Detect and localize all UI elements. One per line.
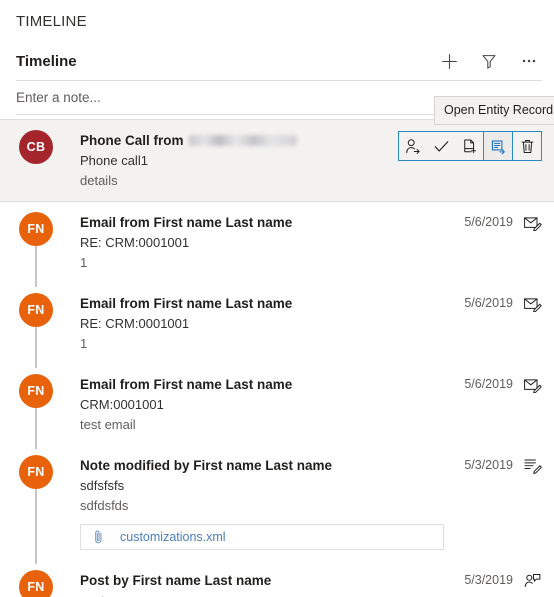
row-subtitle: CRM:0001001 [80, 397, 164, 412]
row-title: Post by First name Last name [80, 571, 456, 590]
row-right: 5/6/2019 [456, 293, 542, 354]
row-title: Email from First name Last name [80, 294, 456, 313]
row-title: Email from First name Last name [80, 375, 456, 394]
table-row[interactable]: FN Post by First name Last name post 5/3… [0, 560, 554, 597]
redacted-name [188, 135, 297, 146]
timeline-panel: TIMELINE Timeline Enter a note... Open E… [0, 0, 554, 597]
row-title: Note modified by First name Last name [80, 456, 456, 475]
section-label: TIMELINE [16, 13, 87, 30]
row-right: 5/6/2019 [456, 212, 542, 273]
table-row[interactable]: CB Phone Call from Phone call1 details [0, 119, 554, 202]
open-entity-record-button[interactable] [483, 131, 513, 161]
row-detail: details [80, 173, 118, 188]
row-subtitle: RE: CRM:0001001 [80, 316, 190, 331]
row-title-text: Email from First name Last name [80, 215, 293, 230]
row-body: Note modified by First name Last name sd… [56, 455, 456, 550]
attachment-name: customizations.xml [120, 530, 226, 544]
email-icon [522, 213, 542, 232]
row-title-text: Note modified by First name Last name [80, 458, 333, 473]
avatar-column: FN [16, 570, 56, 597]
row-body: Phone Call from Phone call1 details [56, 130, 390, 191]
add-icon [441, 53, 457, 69]
assign-icon [405, 138, 420, 154]
timeline-header: Timeline [0, 42, 554, 80]
row-right [390, 130, 542, 191]
post-icon [522, 571, 542, 590]
avatar-column: CB [16, 130, 56, 191]
table-row[interactable]: FN Email from First name Last name RE: C… [0, 283, 554, 368]
timeline-list: CB Phone Call from Phone call1 details F… [0, 119, 554, 597]
open-entity-record-icon [491, 139, 505, 154]
row-title-text: Email from First name Last name [80, 377, 293, 392]
avatar: FN [19, 212, 53, 246]
row-right: 5/3/2019 [456, 455, 542, 550]
add-button[interactable] [436, 48, 462, 74]
row-subtitle: post [80, 591, 456, 597]
row-date: 5/6/2019 [464, 377, 513, 391]
filter-icon [482, 55, 496, 69]
add-to-queue-icon [463, 139, 476, 153]
avatar-column: FN [16, 455, 56, 564]
row-subtitle: RE: CRM:0001001 [80, 235, 190, 250]
more-commands-button[interactable] [516, 48, 542, 74]
row-title-text: Post by First name Last name [80, 573, 272, 588]
page-title: Timeline [16, 52, 77, 70]
add-to-queue-button[interactable] [455, 132, 483, 160]
email-icon [522, 375, 542, 394]
table-row[interactable]: FN Email from First name Last name CRM:0… [0, 364, 554, 449]
row-body: Email from First name Last name RE: CRM:… [56, 212, 456, 273]
row-date: 5/6/2019 [464, 215, 513, 229]
delete-button[interactable] [513, 132, 541, 160]
assign-button[interactable] [399, 132, 427, 160]
row-detail: 1 [80, 336, 88, 351]
avatar-column: FN [16, 374, 56, 449]
avatar-column: FN [16, 212, 56, 287]
table-row[interactable]: FN Email from First name Last name RE: C… [0, 202, 554, 287]
more-commands-icon [522, 59, 536, 63]
row-right: 5/3/2019 [456, 570, 542, 597]
delete-icon [521, 139, 533, 153]
avatar: FN [19, 455, 53, 489]
mark-complete-button[interactable] [427, 132, 455, 160]
row-body: Post by First name Last name post [56, 570, 456, 597]
row-subtitle: sdfsfsfs [80, 478, 125, 493]
email-icon [522, 294, 542, 313]
row-title: Email from First name Last name [80, 213, 456, 232]
row-action-toolbar [398, 131, 542, 161]
row-right: 5/6/2019 [456, 374, 542, 435]
mark-complete-icon [434, 140, 448, 152]
row-body: Email from First name Last name RE: CRM:… [56, 293, 456, 354]
note-icon [522, 456, 542, 475]
row-title: Phone Call from [80, 131, 390, 150]
table-row[interactable]: FN Note modified by First name Last name… [0, 445, 554, 564]
row-body: Email from First name Last name CRM:0001… [56, 374, 456, 435]
avatar-column: FN [16, 293, 56, 368]
row-subtitle: Phone call1 [80, 153, 148, 168]
filter-button[interactable] [476, 48, 502, 74]
avatar: FN [19, 374, 53, 408]
row-title-text: Phone Call from [80, 133, 184, 148]
attachment-chip[interactable]: customizations.xml [80, 524, 445, 550]
row-date: 5/6/2019 [464, 296, 513, 310]
row-title-text: Email from First name Last name [80, 296, 293, 311]
tooltip-open-entity-record: Open Entity Record [434, 96, 554, 125]
header-actions [436, 48, 542, 74]
paperclip-icon [95, 530, 102, 544]
row-date: 5/3/2019 [464, 458, 513, 472]
row-detail: 1 [80, 255, 88, 270]
row-date: 5/3/2019 [464, 573, 513, 587]
row-detail: test email [80, 417, 136, 432]
avatar: FN [19, 293, 53, 327]
row-detail: sdfdsfds [80, 498, 129, 513]
avatar: CB [19, 130, 53, 164]
avatar: FN [19, 570, 53, 597]
